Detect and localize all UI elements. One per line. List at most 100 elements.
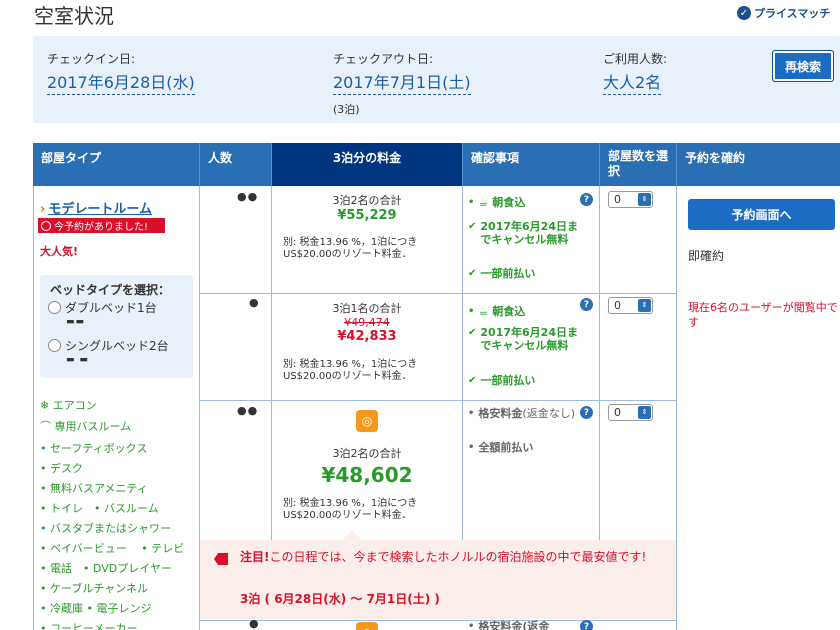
amenity-item: • トイレ • バスルーム bbox=[40, 502, 159, 515]
check-icon: ✔ bbox=[468, 221, 477, 232]
guests-label: ご利用人数: bbox=[603, 52, 668, 66]
header-price: 3泊分の料金 bbox=[272, 143, 463, 186]
two-person-icon: ●● bbox=[237, 404, 259, 417]
amenity-aircon: ❄ エアコン bbox=[40, 399, 97, 412]
tax-note: 別: 税金13.96 %，1泊につき US$20.00のリゾート料金． bbox=[283, 237, 418, 260]
amenity-item: • バスタブまたはシャワー bbox=[40, 522, 171, 535]
price-value: ¥42,833 bbox=[337, 329, 397, 344]
bed-type-selector: ベッドタイプを選択： ダブルベッド1台 ▬▬ シングルベッド2台 ▬ ▬ bbox=[40, 275, 193, 378]
bullet-icon: • bbox=[468, 306, 475, 317]
amenity-item: • 冷蔵庫 • 電子レンジ bbox=[40, 602, 152, 615]
price-match-badge[interactable]: ✓ プライスマッチ bbox=[737, 5, 830, 21]
shower-icon: ⌒ bbox=[40, 420, 51, 433]
snowflake-icon: ❄ bbox=[40, 399, 50, 412]
nights-count: (3泊) bbox=[333, 103, 360, 116]
research-button[interactable]: 再検索 bbox=[772, 50, 834, 82]
room-name-link[interactable]: モデレートルーム bbox=[40, 198, 152, 217]
tag-icon bbox=[214, 553, 228, 565]
notice-text: 注目!この日程では、今まで検索したホノルルの宿泊施設の中で最安値です! bbox=[240, 550, 647, 564]
grid-line bbox=[676, 186, 677, 630]
bed-option-label: ダブルベッド1台 bbox=[65, 301, 157, 315]
checkout-field: チェックアウト日: 2017年7月1日(土) (3泊) bbox=[333, 50, 471, 117]
instant-confirm-label: 即確約 bbox=[688, 249, 725, 263]
condition-free-cancel: ✔ 2017年6月24日までキャンセル無料 bbox=[468, 220, 578, 246]
condition-partial-prepay: ✔ 一部前払い bbox=[468, 267, 536, 280]
tax-note: 別: 税金13.96 %，1泊につき US$20.00のリゾート料金． bbox=[283, 359, 418, 382]
radio-button[interactable] bbox=[48, 301, 61, 314]
amenity-item: • デスク bbox=[40, 462, 83, 475]
lowest-price-notice: 注目!この日程では、今まで検索したホノルルの宿泊施設の中で最安値です! 3泊 (… bbox=[200, 530, 676, 619]
condition-breakfast: • ☕ 朝食込 bbox=[468, 196, 526, 209]
amenity-item: • コーヒーメーカー bbox=[40, 622, 138, 630]
deal-icon: ◎ bbox=[356, 410, 378, 432]
info-icon[interactable]: ? bbox=[580, 406, 593, 419]
rate-price-cell: 3泊1名の合計 ¥49,474 ¥42,833 bbox=[272, 300, 462, 344]
rate-price-cell: 3泊2名の合計 ¥55,229 bbox=[272, 192, 462, 223]
guests-field: ご利用人数: 大人2名 bbox=[603, 50, 667, 95]
guests-value[interactable]: 大人2名 bbox=[603, 69, 662, 95]
checkin-value[interactable]: 2017年6月28日(水) bbox=[47, 69, 195, 95]
twin-bed-icon: ▬ ▬ bbox=[66, 355, 89, 365]
checkout-label: チェックアウト日: bbox=[333, 52, 434, 66]
bed-option-double[interactable]: ダブルベッド1台 bbox=[48, 299, 157, 316]
header-reserve: 予約を確約 bbox=[685, 151, 746, 165]
room-count-select[interactable]: 0 ⇕ bbox=[608, 297, 653, 314]
condition-nonrefundable: • 格安料金(返金 bbox=[468, 620, 549, 630]
grid-line bbox=[599, 186, 600, 540]
condition-free-cancel: ✔ 2017年6月24日までキャンセル無料 bbox=[468, 326, 578, 352]
tax-note: 別: 税金13.96 %，1泊につき US$20.00のリゾート料金． bbox=[283, 498, 418, 521]
header-conditions: 確認事項 bbox=[463, 143, 600, 186]
grid-line bbox=[33, 186, 34, 630]
notice-dates: 3泊 ( 6月28日(水) ～ 7月1日(土) ) bbox=[240, 592, 440, 606]
condition-breakfast: • ☕ 朝食込 bbox=[468, 305, 526, 318]
check-icon: ✔ bbox=[468, 327, 477, 338]
deal-icon: ◎ bbox=[356, 622, 378, 630]
price-old: ¥49,474 bbox=[344, 316, 390, 329]
radio-button[interactable] bbox=[48, 339, 61, 352]
check-shield-icon: ✓ bbox=[737, 6, 751, 20]
info-icon[interactable]: ? bbox=[580, 298, 593, 311]
grid-line bbox=[462, 186, 463, 540]
amenity-item: • 電話 • DVDプレイヤー bbox=[40, 562, 172, 575]
header-people: 人数 bbox=[200, 143, 272, 186]
room-count-select[interactable]: 0 ⇕ bbox=[608, 191, 653, 208]
booked-badge-text: 今予約がありました! bbox=[54, 222, 149, 233]
price-value: ¥48,602 bbox=[321, 463, 413, 487]
chevron-updown-icon: ⇕ bbox=[638, 193, 651, 206]
info-icon[interactable]: ? bbox=[580, 620, 593, 630]
one-person-icon: ● bbox=[249, 296, 260, 309]
grid-line bbox=[199, 293, 676, 294]
header-room-type: 部屋タイプ bbox=[33, 143, 200, 186]
search-summary: チェックイン日: 2017年6月28日(水) チェックアウト日: 2017年7月… bbox=[33, 36, 840, 123]
amenity-item: • 無料バスアメニティ bbox=[40, 482, 148, 495]
amenity-item: • セーフティボックス bbox=[40, 442, 148, 455]
check-icon: ✔ bbox=[468, 375, 477, 386]
price-value: ¥55,229 bbox=[337, 208, 397, 223]
price-label: 3泊2名の合計 bbox=[332, 194, 402, 207]
bed-option-label: シングルベッド2台 bbox=[65, 339, 169, 353]
rate-price-cell: 3泊2名の合計 ¥48,602 bbox=[272, 445, 462, 487]
room-count-select[interactable]: 0 ⇕ bbox=[608, 404, 653, 421]
two-person-icon: ●● bbox=[237, 190, 259, 203]
info-icon[interactable]: ? bbox=[580, 193, 593, 206]
popular-label: 大人気! bbox=[40, 245, 79, 258]
bed-option-twin[interactable]: シングルベッド2台 bbox=[48, 337, 169, 354]
coffee-icon: ☕ bbox=[478, 196, 489, 209]
double-bed-icon: ▬▬ bbox=[66, 317, 86, 327]
price-label: 3泊1名の合計 bbox=[332, 302, 402, 315]
viewing-users-notice: 現在6名のユーザーが閲覧中です bbox=[688, 301, 838, 329]
grid-line bbox=[199, 400, 676, 401]
chevron-updown-icon: ⇕ bbox=[638, 406, 651, 419]
bullet-icon: • bbox=[468, 197, 475, 208]
header-room-count: 部屋数を選択 bbox=[600, 143, 677, 186]
bullet-icon: • bbox=[468, 442, 475, 453]
checkin-field: チェックイン日: 2017年6月28日(水) bbox=[47, 50, 195, 95]
coffee-icon: ☕ bbox=[478, 305, 489, 318]
page-title: 空室状況 bbox=[34, 4, 114, 28]
bullet-icon: • bbox=[468, 621, 475, 630]
booked-badge: 今予約がありました! bbox=[38, 218, 165, 233]
reserve-button[interactable]: 予約画面へ bbox=[688, 199, 835, 230]
condition-nonrefundable: • 格安料金(返金なし) bbox=[468, 407, 578, 420]
price-match-label: プライスマッチ bbox=[754, 7, 831, 20]
checkout-value[interactable]: 2017年7月1日(土) bbox=[333, 69, 471, 95]
